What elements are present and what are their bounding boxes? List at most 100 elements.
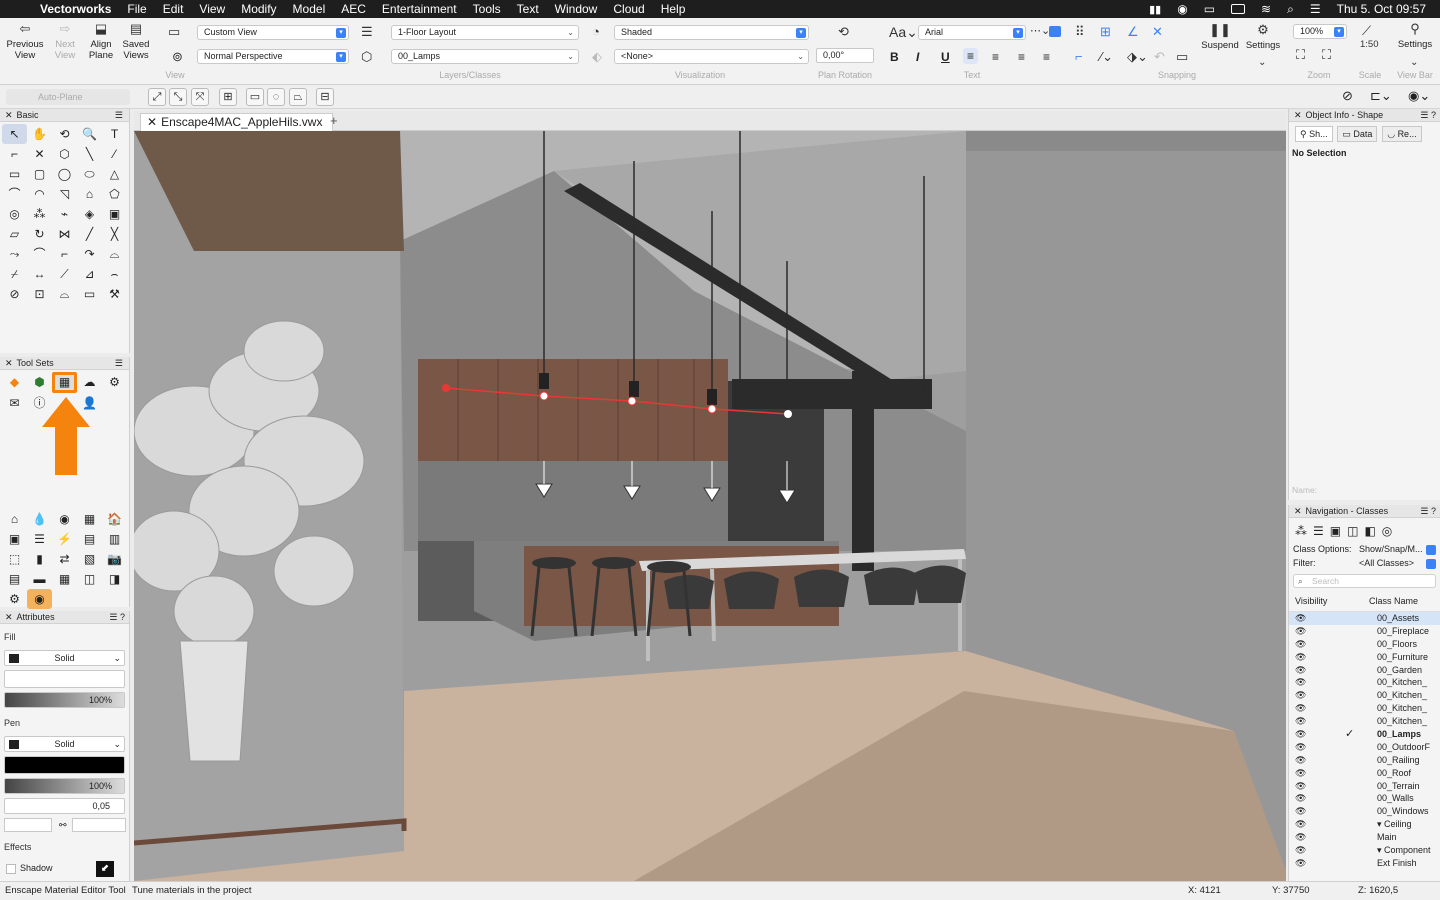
menu-edit[interactable]: Edit bbox=[163, 2, 184, 16]
menu-window[interactable]: Window bbox=[555, 2, 598, 16]
tool-set-icon[interactable]: ▤ bbox=[77, 529, 102, 549]
class-search-input[interactable]: ⌕ Search bbox=[1293, 574, 1436, 588]
basic-tool-icon[interactable]: ⟋ bbox=[52, 264, 77, 284]
menu-cloud[interactable]: Cloud bbox=[613, 2, 644, 16]
justify-icon[interactable]: ≡ bbox=[1043, 50, 1050, 64]
tab-shape[interactable]: ⚲ Sh... bbox=[1295, 126, 1333, 142]
basic-tool-icon[interactable]: ▣ bbox=[102, 204, 127, 224]
render-mode-select[interactable]: Shaded ▾ bbox=[614, 25, 809, 40]
class-row[interactable]: 👁 00_OutdoorF bbox=[1289, 741, 1440, 754]
snap-edge-icon[interactable]: ↶ bbox=[1154, 49, 1165, 65]
palette-menu-icon[interactable]: ☰ ? bbox=[1420, 505, 1436, 517]
view-select[interactable]: Custom View ▾ bbox=[197, 25, 349, 40]
basic-tool-icon[interactable]: ◹ bbox=[52, 184, 77, 204]
shadow-settings-icon[interactable]: ⬋ bbox=[96, 861, 114, 877]
saved-views-button[interactable]: ▤ Saved Views bbox=[120, 22, 152, 61]
basic-tool-icon[interactable]: ⌂ bbox=[77, 184, 102, 204]
eye-icon[interactable]: 👁 bbox=[1295, 754, 1306, 767]
tool-set-icon[interactable]: 💧 bbox=[27, 509, 52, 529]
mode-polygon-select-icon[interactable]: ⏢ bbox=[289, 88, 307, 106]
enscape-material-editor-icon[interactable]: ▦ bbox=[52, 372, 77, 393]
class-row[interactable]: 👁 ✓ 00_Lamps bbox=[1289, 728, 1440, 741]
basic-tool-icon[interactable]: △ bbox=[102, 164, 127, 184]
class-row[interactable]: 👁 Main bbox=[1289, 831, 1440, 844]
basic-tool-icon[interactable]: ⊘ bbox=[2, 284, 27, 304]
mode-rotate-icon[interactable]: ⤡ bbox=[169, 88, 187, 106]
snap-working-plane-icon[interactable]: ▭ bbox=[1176, 49, 1188, 65]
close-icon[interactable]: ✕ bbox=[1294, 506, 1302, 516]
tool-set-icon[interactable]: ▦ bbox=[77, 509, 102, 529]
basic-tool-icon[interactable]: ⌓ bbox=[102, 244, 127, 264]
view-settings-chevron-icon[interactable]: ⌄ bbox=[1410, 57, 1418, 68]
basic-tool-icon[interactable]: ⊡ bbox=[27, 284, 52, 304]
snap-settings-button[interactable]: ⚙ Settings bbox=[1242, 23, 1284, 51]
mode-transform-icon[interactable]: ⊞ bbox=[219, 88, 237, 106]
end-marker-select[interactable] bbox=[72, 818, 126, 832]
mode-scatter-icon[interactable]: ⤧ bbox=[191, 88, 209, 106]
tool-set-icon[interactable]: ▤ bbox=[2, 569, 27, 589]
basic-tool-icon[interactable]: ⬡ bbox=[52, 144, 77, 164]
pen-color-swatch[interactable] bbox=[9, 740, 19, 749]
class-row[interactable]: 👁 ▾ Ceiling bbox=[1289, 818, 1440, 831]
tool-set-icon[interactable]: ◉ bbox=[52, 509, 77, 529]
close-icon[interactable]: ✕ bbox=[5, 110, 13, 120]
layer-select[interactable]: 1-Floor Layout ⌄ bbox=[391, 25, 579, 40]
nav-classes-icon[interactable]: ☰ bbox=[1313, 524, 1330, 538]
close-icon[interactable]: ✕ bbox=[5, 358, 13, 368]
basic-tool-icon[interactable]: ✕ bbox=[27, 144, 52, 164]
render-mode-icon[interactable]: ◔ bbox=[592, 24, 600, 39]
scale-value[interactable]: 1:50 bbox=[1360, 39, 1379, 50]
name-field[interactable]: Name: bbox=[1292, 485, 1317, 495]
selection-handle[interactable] bbox=[707, 404, 717, 414]
align-center-icon[interactable]: ≡ bbox=[992, 50, 999, 64]
basic-tool-icon[interactable]: ⋈ bbox=[52, 224, 77, 244]
eye-icon[interactable]: 👁 bbox=[1295, 702, 1306, 715]
basic-tool-icon[interactable]: ⁂ bbox=[27, 204, 52, 224]
class-row[interactable]: 👁 00_Floors bbox=[1289, 638, 1440, 651]
line-spacing-icon[interactable]: ⋯⌄ bbox=[1030, 24, 1050, 37]
basic-tool-icon[interactable]: ⌐ bbox=[2, 144, 27, 164]
previous-view-button[interactable]: ⇦ Previous View bbox=[4, 22, 46, 61]
italic-button[interactable]: I bbox=[916, 50, 919, 64]
start-marker-select[interactable] bbox=[4, 818, 52, 832]
selection-handle[interactable] bbox=[627, 396, 637, 406]
tool-set-icon[interactable]: ◨ bbox=[102, 569, 127, 589]
menu-entertainment[interactable]: Entertainment bbox=[382, 2, 457, 16]
palette-menu-icon[interactable]: ☰ bbox=[115, 109, 123, 121]
basic-tool-icon[interactable]: ╱ bbox=[77, 224, 102, 244]
basic-tool-icon[interactable]: ◈ bbox=[77, 204, 102, 224]
basic-tool-icon[interactable]: ⊿ bbox=[77, 264, 102, 284]
basic-tool-icon[interactable]: ▭ bbox=[77, 284, 102, 304]
snap-surface-icon[interactable]: ⬗⌄ bbox=[1127, 49, 1148, 65]
menu-tools[interactable]: Tools bbox=[473, 2, 501, 16]
tool-set-icon[interactable]: ◉ bbox=[27, 589, 52, 609]
basic-tool-icon[interactable]: ⚒ bbox=[102, 284, 127, 304]
line-weight-select[interactable]: 0,05 bbox=[4, 798, 125, 814]
menu-text[interactable]: Text bbox=[517, 2, 539, 16]
text-size-icon[interactable]: Aa⌄ bbox=[889, 24, 918, 41]
line-markers-row[interactable]: ⚯ bbox=[4, 818, 126, 834]
class-row[interactable]: 👁 00_Windows bbox=[1289, 805, 1440, 818]
class-row[interactable]: 👁 00_Kitchen_ bbox=[1289, 715, 1440, 728]
basic-tool-icon[interactable]: ⌒ bbox=[2, 184, 27, 204]
basic-tool-icon[interactable]: ⌒ bbox=[27, 244, 52, 264]
class-row[interactable]: 👁 00_Kitchen_ bbox=[1289, 689, 1440, 702]
tool-set-icon[interactable]: 📷 bbox=[102, 549, 127, 569]
eye-icon[interactable]: 👁 bbox=[1295, 818, 1306, 831]
new-tab-icon[interactable]: + bbox=[330, 113, 338, 128]
render-options-icon[interactable]: ◉⌄ bbox=[1408, 88, 1430, 104]
enscape-settings-icon[interactable]: ⚙ bbox=[102, 372, 127, 393]
basic-tool-icon[interactable]: ⤳ bbox=[2, 244, 27, 264]
enscape-asset-icon[interactable]: ⬢ bbox=[27, 372, 52, 393]
align-left-icon[interactable]: ≡ bbox=[963, 48, 979, 64]
tool-set-icon[interactable]: ▮ bbox=[27, 549, 52, 569]
selection-handle[interactable] bbox=[539, 391, 549, 401]
basic-tool-icon[interactable]: ⬭ bbox=[77, 164, 102, 184]
class-row[interactable]: 👁 00_Railing bbox=[1289, 754, 1440, 767]
search-icon[interactable]: ⌕ bbox=[1287, 2, 1294, 17]
battery-icon[interactable] bbox=[1231, 4, 1246, 14]
tab-data[interactable]: ▭ Data bbox=[1337, 126, 1378, 142]
eye-icon[interactable]: 👁 bbox=[1295, 831, 1306, 844]
basic-tool-icon[interactable]: T bbox=[102, 124, 127, 144]
eye-icon[interactable]: 👁 bbox=[1295, 780, 1306, 793]
